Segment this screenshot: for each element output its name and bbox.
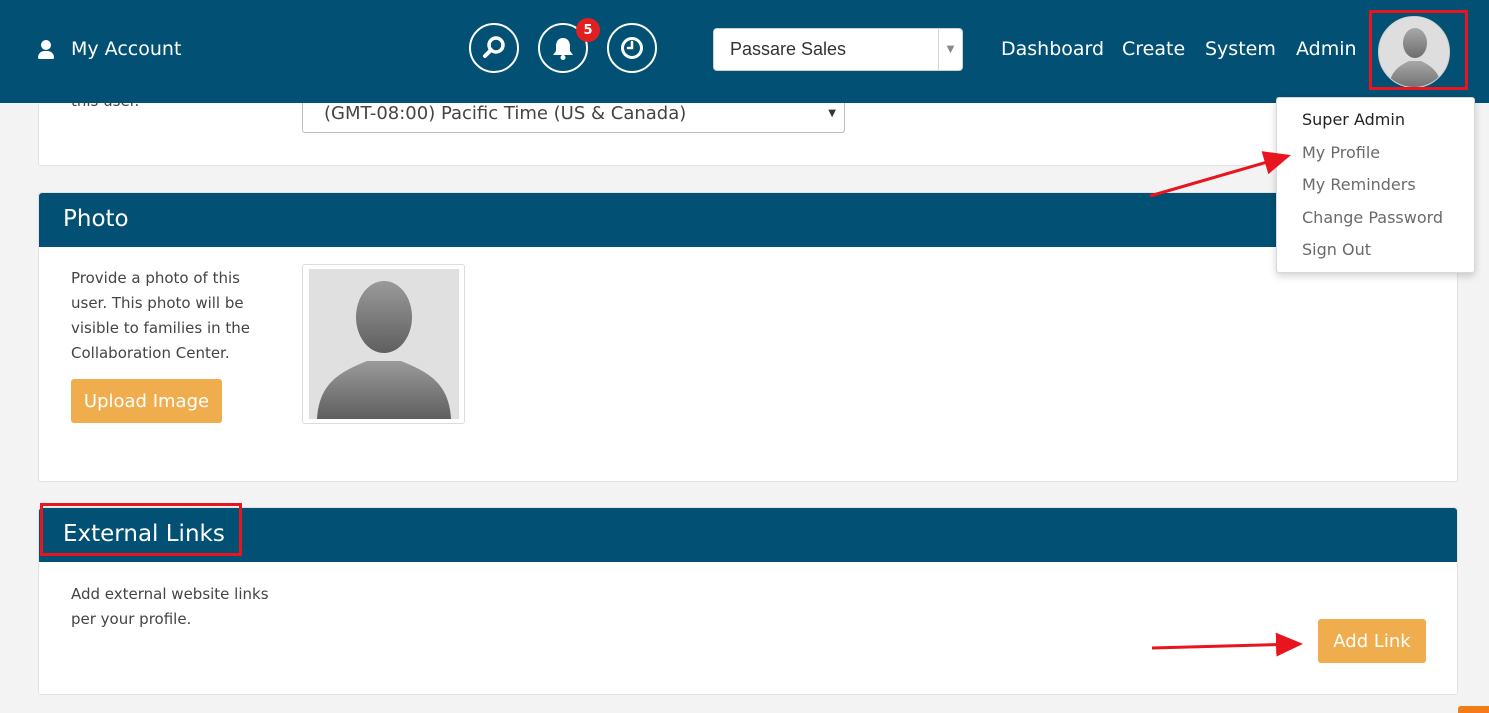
company-select[interactable]: Passare Sales ▼ [713,28,963,71]
notification-count-badge: 5 [576,18,600,42]
my-account-label: My Account [71,38,182,60]
user-icon [38,38,54,60]
top-navbar: My Account 5 Passare Sales ▼ Dashboard C… [0,0,1489,103]
external-links-card: External Links Add external website link… [38,507,1458,695]
company-select-value: Passare Sales [730,39,847,59]
bell-icon [553,38,573,60]
menu-item-change-password[interactable]: Change Password [1302,208,1443,227]
clock-icon [621,37,643,59]
add-link-button[interactable]: Add Link [1318,619,1426,663]
user-photo-preview [302,264,465,424]
photo-silhouette-icon [309,269,459,419]
photo-section-title: Photo [63,206,129,232]
my-account-link[interactable]: My Account [38,38,181,60]
chevron-down-icon: ▼ [938,29,962,70]
timezone-select-value: (GMT-08:00) Pacific Time (US & Canada) [324,103,687,124]
photo-card-header: Photo [39,193,1457,247]
external-links-description: Add external website links per your prof… [71,585,269,628]
external-links-highlight-box [40,503,242,556]
search-icon [483,36,505,58]
menu-item-my-profile[interactable]: My Profile [1302,143,1380,162]
menu-item-my-reminders[interactable]: My Reminders [1302,175,1416,194]
nav-admin[interactable]: Admin [1296,38,1357,60]
avatar-highlight-box [1369,10,1468,90]
upload-image-button[interactable]: Upload Image [71,379,222,423]
chevron-down-icon: ▼ [828,108,836,119]
external-links-card-header: External Links [39,508,1457,562]
menu-item-sign-out[interactable]: Sign Out [1302,240,1371,259]
photo-card: Photo Provide a photo of this user. This… [38,192,1458,482]
user-menu-role: Super Admin [1302,110,1405,129]
search-button[interactable] [469,23,519,73]
recent-activity-button[interactable] [607,23,657,73]
nav-dashboard[interactable]: Dashboard [1001,38,1104,60]
user-menu-dropdown: Super Admin My Profile My Reminders Chan… [1276,97,1475,273]
photo-description: Provide a photo of this user. This photo… [71,269,250,362]
nav-create[interactable]: Create [1122,38,1185,60]
nav-system[interactable]: System [1205,38,1276,60]
help-tab[interactable] [1458,706,1489,713]
